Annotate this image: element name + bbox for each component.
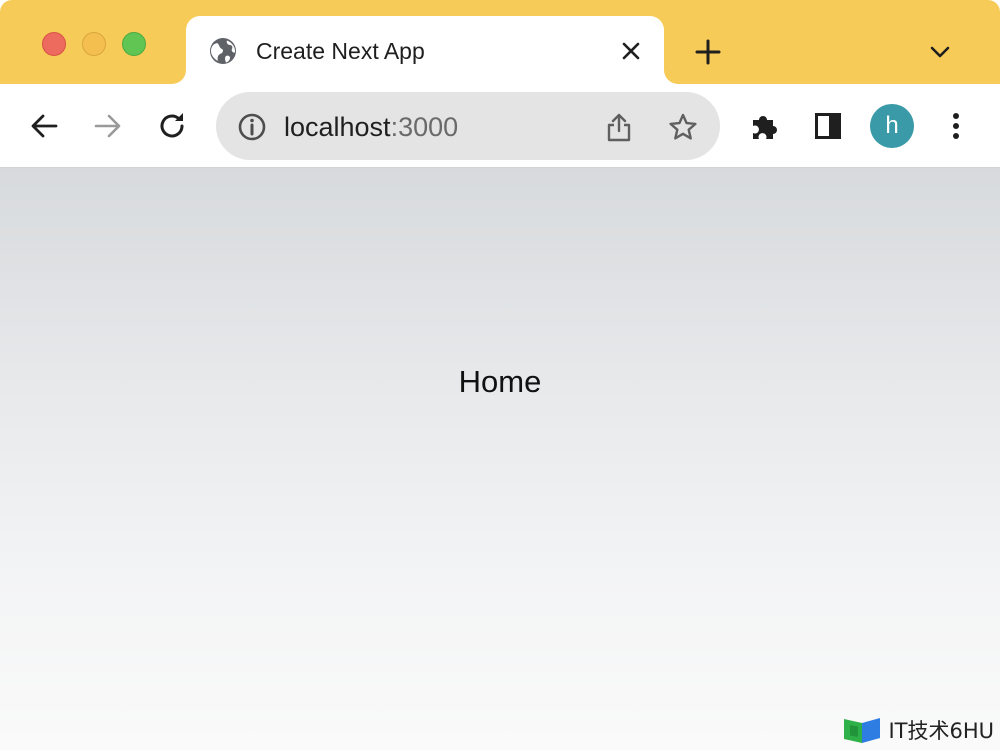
- watermark-logo-icon: [842, 715, 882, 745]
- share-icon[interactable]: [602, 110, 636, 144]
- kebab-menu-icon[interactable]: [936, 106, 976, 146]
- browser-toolbar: localhost:3000 h: [0, 84, 1000, 168]
- star-icon[interactable]: [666, 110, 700, 144]
- reload-icon[interactable]: [152, 106, 192, 146]
- watermark-text: IT技术6HU: [888, 719, 994, 743]
- plus-icon[interactable]: [690, 34, 726, 70]
- tab-title: Create Next App: [256, 38, 425, 64]
- chevron-down-icon[interactable]: [924, 36, 956, 68]
- page-heading: Home: [458, 364, 542, 399]
- tab-strip: Create Next App: [0, 0, 1000, 84]
- zoom-window-button[interactable]: [122, 32, 146, 56]
- url-port: :3000: [390, 112, 459, 142]
- info-icon[interactable]: [236, 111, 268, 143]
- tab-create-next-app[interactable]: Create Next App: [186, 16, 664, 84]
- url-text: localhost:3000: [284, 110, 458, 144]
- side-panel-icon[interactable]: [808, 106, 848, 146]
- address-bar[interactable]: localhost:3000: [216, 92, 720, 160]
- page-viewport: Home IT技术6HU: [0, 168, 1000, 750]
- browser-window: Create Next App localhost:3000 h Home IT…: [0, 0, 1000, 750]
- close-icon[interactable]: [616, 36, 646, 66]
- puzzle-icon[interactable]: [744, 106, 784, 146]
- globe-icon: [208, 36, 238, 66]
- url-host: localhost: [284, 112, 391, 142]
- minimize-window-button[interactable]: [82, 32, 106, 56]
- profile-avatar[interactable]: h: [870, 104, 914, 148]
- arrow-right-icon[interactable]: [88, 106, 128, 146]
- arrow-left-icon[interactable]: [24, 106, 64, 146]
- close-window-button[interactable]: [42, 32, 66, 56]
- watermark: IT技术6HU: [842, 714, 994, 746]
